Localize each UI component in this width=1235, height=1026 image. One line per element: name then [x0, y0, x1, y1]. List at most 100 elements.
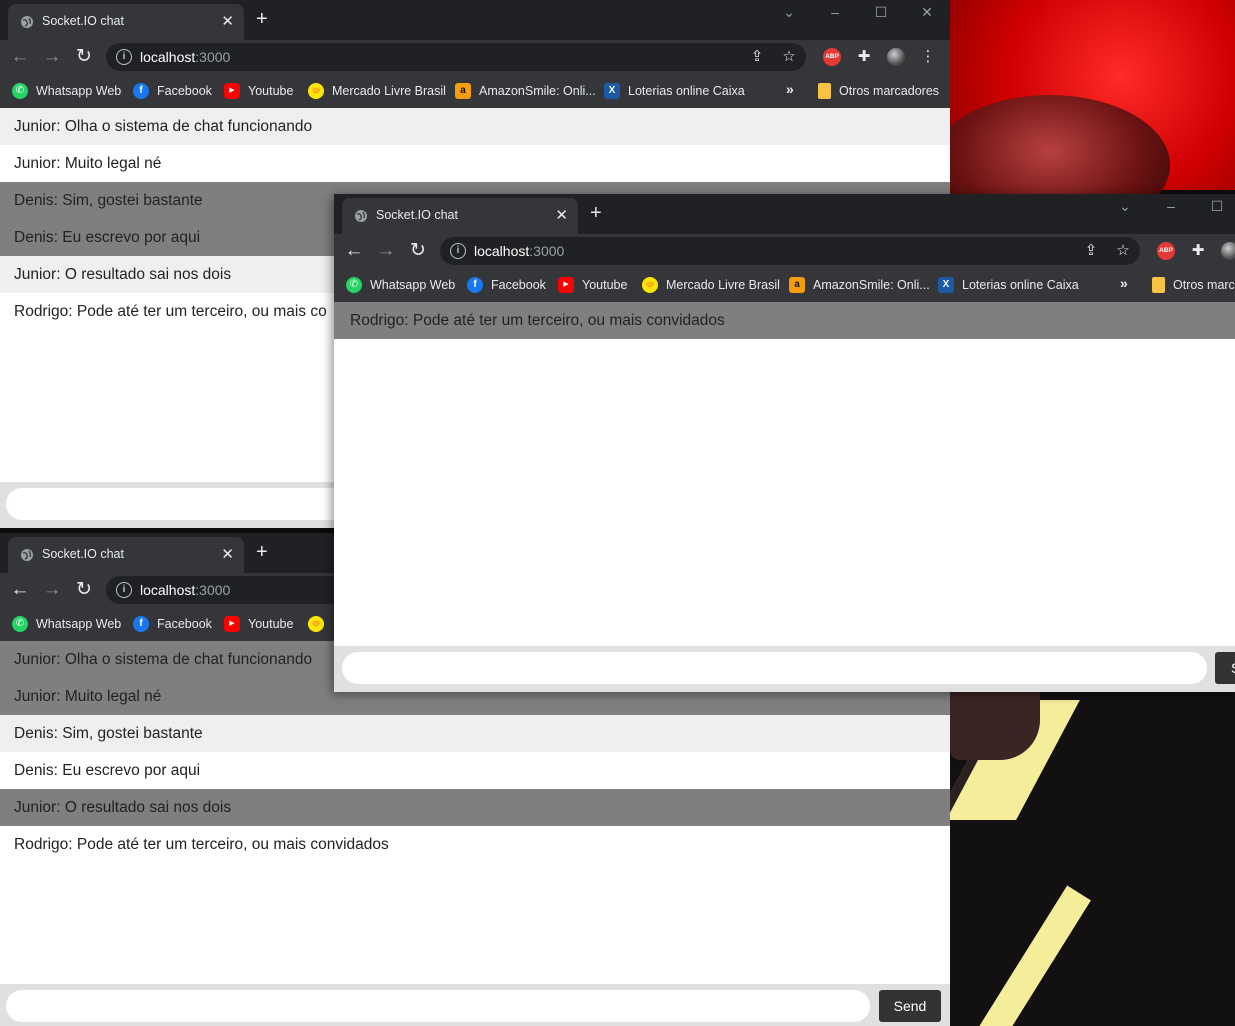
bookmark-star-icon[interactable]: ☆ [1114, 242, 1132, 260]
extensions-puzzle-icon[interactable]: ✚ [855, 48, 873, 66]
menu-kebab-icon[interactable]: ⋮ [919, 48, 937, 66]
adblock-plus-icon[interactable]: ABP [823, 48, 841, 66]
back-arrow-icon[interactable]: ← [343, 240, 365, 262]
tab-close-icon[interactable]: ✕ [555, 206, 568, 224]
message-composer: S [334, 646, 1235, 692]
bookmark-whatsapp[interactable]: ✆ Whatsapp Web [346, 276, 455, 294]
message-item: Denis: Sim, gostei bastante [0, 715, 950, 752]
bookmark-amazonsmile[interactable]: a AmazonSmile: Onli... [455, 82, 596, 100]
browser-toolbar: ← → ↻ i localhost:3000 ⇪ ☆ ABP ✚ ⋮ [0, 40, 950, 74]
tab-close-icon[interactable]: ✕ [221, 12, 234, 30]
bookmark-youtube[interactable]: ▶ Youtube [558, 276, 627, 294]
more-bookmarks-chevron-icon[interactable]: » [786, 81, 794, 97]
back-arrow-icon[interactable]: ← [9, 579, 31, 601]
tab-strip: Socket.IO chat ✕ + ⌄ – ☐ [334, 194, 1235, 234]
minimize-button[interactable]: – [1148, 194, 1194, 228]
bookmark-loterias[interactable]: X Loterias online Caixa [938, 276, 1079, 294]
tab-socketio-chat[interactable]: Socket.IO chat ✕ [8, 537, 244, 573]
tab-title: Socket.IO chat [42, 547, 124, 561]
tab-search-icon[interactable]: ⌄ [766, 0, 812, 34]
whatsapp-icon: ✆ [12, 83, 28, 99]
site-info-icon[interactable]: i [450, 243, 466, 259]
bookmark-mercadolivre[interactable]: 🤝 Mercado Livre Brasil [642, 276, 780, 294]
bookmark-youtube[interactable]: ▶ Youtube [224, 82, 293, 100]
minimize-button[interactable]: – [812, 0, 858, 34]
tab-title: Socket.IO chat [42, 14, 124, 28]
forward-arrow-icon[interactable]: → [41, 579, 63, 601]
url-text: localhost:3000 [140, 582, 231, 598]
address-bar[interactable]: i localhost:3000 ⇪ ☆ [106, 43, 806, 71]
adblock-plus-icon[interactable]: ABP [1157, 242, 1175, 260]
reload-icon[interactable]: ↻ [407, 240, 429, 262]
message-composer: Send [0, 984, 950, 1026]
site-info-icon[interactable]: i [116, 582, 132, 598]
tab-close-icon[interactable]: ✕ [221, 545, 234, 563]
chat-content: Rodrigo: Pode até ter um terceiro, ou ma… [334, 302, 1235, 692]
share-icon[interactable]: ⇪ [748, 48, 766, 66]
message-item: Junior: O resultado sai nos dois [0, 789, 950, 826]
url-text: localhost:3000 [474, 243, 565, 259]
bookmark-whatsapp[interactable]: ✆ Whatsapp Web [12, 82, 121, 100]
tab-search-icon[interactable]: ⌄ [1102, 194, 1148, 228]
new-tab-button[interactable]: + [590, 202, 602, 225]
maximize-button[interactable]: ☐ [858, 0, 904, 34]
folder-icon [1152, 277, 1165, 293]
bookmarks-bar: ✆ Whatsapp Web f Facebook ▶ Youtube 🤝 Mercad… [334, 268, 1235, 303]
globe-icon [21, 549, 33, 561]
profile-avatar[interactable] [887, 48, 905, 66]
reload-icon[interactable]: ↻ [73, 46, 95, 68]
send-button[interactable]: S [1215, 652, 1235, 684]
extensions-puzzle-icon[interactable]: ✚ [1189, 242, 1207, 260]
message-input[interactable] [342, 652, 1207, 684]
amazon-icon: a [455, 83, 471, 99]
more-bookmarks-chevron-icon[interactable]: » [1120, 275, 1128, 291]
bookmark-facebook[interactable]: f Facebook [133, 82, 212, 100]
profile-avatar[interactable] [1221, 242, 1235, 260]
facebook-icon: f [133, 616, 149, 632]
back-arrow-icon[interactable]: ← [9, 46, 31, 68]
browser-window-3: Socket.IO chat ✕ + ⌄ – ☐ ← → ↻ i localho… [334, 194, 1235, 692]
tab-socketio-chat[interactable]: Socket.IO chat ✕ [342, 198, 578, 234]
facebook-icon: f [133, 83, 149, 99]
new-tab-button[interactable]: + [256, 541, 268, 564]
message-item: Junior: Muito legal né [0, 145, 950, 182]
whatsapp-icon: ✆ [346, 277, 362, 293]
bookmark-loterias[interactable]: X Loterias online Caixa [604, 82, 745, 100]
chat-content: Junior: Olha o sistema de chat funcionan… [0, 641, 950, 1026]
bookmark-amazonsmile[interactable]: a AmazonSmile: Onli... [789, 276, 930, 294]
bookmarks-bar: ✆ Whatsapp Web f Facebook ▶ Youtube 🤝 Mercad… [0, 74, 950, 109]
folder-icon [818, 83, 831, 99]
new-tab-button[interactable]: + [256, 8, 268, 31]
mercadolivre-icon: 🤝 [308, 83, 324, 99]
share-icon[interactable]: ⇪ [1082, 242, 1100, 260]
other-bookmarks-folder[interactable]: Otros marcadores [818, 82, 939, 100]
amazon-icon: a [789, 277, 805, 293]
tab-title: Socket.IO chat [376, 208, 458, 222]
site-info-icon[interactable]: i [116, 49, 132, 65]
tab-socketio-chat[interactable]: Socket.IO chat ✕ [8, 4, 244, 40]
loterias-icon: X [604, 83, 620, 99]
globe-icon [21, 16, 33, 28]
bookmark-mercadolivre[interactable]: 🤝 Mercado Livre Brasil [308, 82, 446, 100]
message-item: Rodrigo: Pode até ter um terceiro, ou ma… [0, 826, 950, 863]
facebook-icon: f [467, 277, 483, 293]
message-input[interactable] [6, 990, 870, 1022]
loterias-icon: X [938, 277, 954, 293]
bookmark-mercadolivre[interactable]: 🤝 [308, 615, 332, 633]
bookmark-whatsapp[interactable]: ✆ Whatsapp Web [12, 615, 121, 633]
address-bar[interactable]: i localhost:3000 ⇪ ☆ [440, 237, 1140, 265]
youtube-icon: ▶ [558, 277, 574, 293]
maximize-button[interactable]: ☐ [1194, 194, 1235, 228]
bookmark-facebook[interactable]: f Facebook [467, 276, 546, 294]
reload-icon[interactable]: ↻ [73, 579, 95, 601]
window-controls: ⌄ – ☐ ✕ [766, 0, 950, 34]
bookmark-facebook[interactable]: f Facebook [133, 615, 212, 633]
bookmark-youtube[interactable]: ▶ Youtube [224, 615, 293, 633]
whatsapp-icon: ✆ [12, 616, 28, 632]
send-button[interactable]: Send [879, 990, 941, 1022]
close-window-button[interactable]: ✕ [904, 0, 950, 34]
bookmark-star-icon[interactable]: ☆ [780, 48, 798, 66]
other-bookmarks-folder[interactable]: Otros marc [1152, 276, 1235, 294]
forward-arrow-icon[interactable]: → [41, 46, 63, 68]
forward-arrow-icon[interactable]: → [375, 240, 397, 262]
